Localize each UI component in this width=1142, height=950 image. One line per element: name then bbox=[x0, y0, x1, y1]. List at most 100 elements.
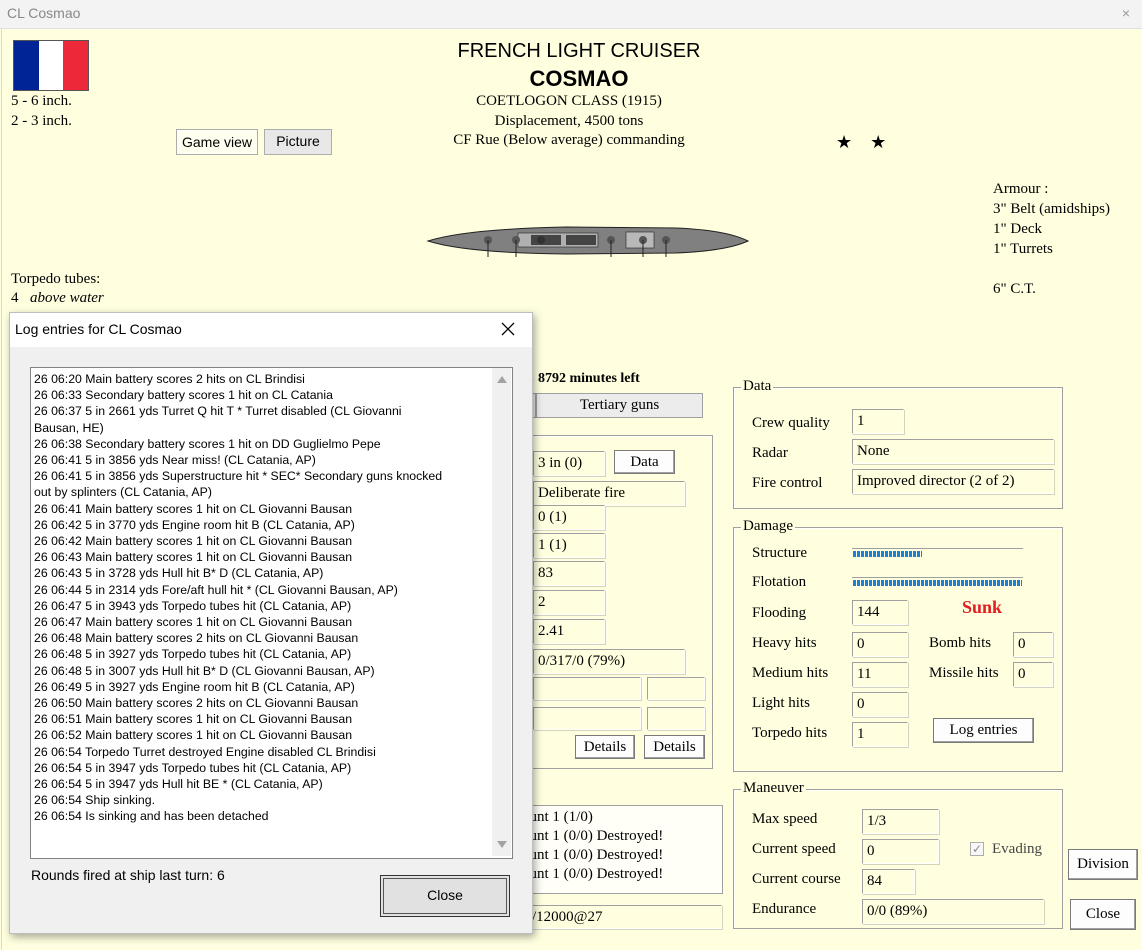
log-entry: 26 06:42 5 in 3770 yds Engine room hit B… bbox=[34, 517, 355, 532]
max-speed-label: Max speed bbox=[752, 811, 818, 827]
tab-game-view[interactable]: Game view bbox=[176, 129, 258, 155]
max-speed-field: 1/3 bbox=[862, 809, 939, 834]
ship-commander: CF Rue (Below average) commanding bbox=[453, 132, 685, 148]
evading-checkbox[interactable]: ✓ bbox=[970, 842, 984, 856]
log-entry: 26 06:41 Main battery scores 1 hit on CL… bbox=[34, 501, 353, 516]
log-entry: 26 06:48 Main battery scores 2 hits on C… bbox=[34, 631, 359, 646]
gun-caliber-field: 3 in (0) bbox=[533, 451, 605, 476]
log-entry: 26 06:43 Main battery scores 1 hit on CL… bbox=[34, 550, 353, 565]
details-button-2[interactable]: Details bbox=[644, 735, 705, 759]
data-group-title: Data bbox=[741, 378, 774, 395]
current-speed-field: 0 bbox=[862, 839, 939, 864]
torpedo-tubes-count: 4 bbox=[11, 290, 19, 306]
close-button[interactable]: Close bbox=[1070, 899, 1136, 930]
sunk-status: Sunk bbox=[962, 597, 1003, 617]
heavy-hits-field: 0 bbox=[852, 632, 908, 657]
log-entry: 26 06:43 5 in 3728 yds Hull hit B* D (CL… bbox=[34, 566, 324, 581]
scroll-down-icon[interactable] bbox=[497, 841, 507, 848]
gun-blank-field bbox=[647, 707, 705, 730]
window-title: CL Cosmao bbox=[7, 5, 81, 21]
log-entry: out by splinters (CL Catania, AP) bbox=[34, 485, 212, 500]
log-entry: 26 06:54 5 in 3947 yds Torpedo tubes hit… bbox=[34, 760, 352, 775]
log-entry: 26 06:54 5 in 3947 yds Hull hit BE * (CL… bbox=[34, 777, 323, 792]
dialog-close-icon[interactable] bbox=[500, 321, 516, 337]
ship-class: COETLOGON CLASS (1915) bbox=[476, 93, 662, 109]
log-entry: 26 06:54 Ship sinking. bbox=[34, 793, 156, 808]
armour-line: 3" Belt (amidships) bbox=[993, 201, 1110, 217]
flooding-label: Flooding bbox=[752, 605, 807, 621]
window-close-icon[interactable]: × bbox=[1114, 2, 1138, 24]
bomb-hits-label: Bomb hits bbox=[929, 635, 992, 651]
gun-value-5: 2.41 bbox=[533, 619, 605, 644]
scroll-up-icon[interactable] bbox=[497, 376, 507, 383]
missile-hits-field: 0 bbox=[1013, 662, 1053, 687]
window-titlebar: CL Cosmao × bbox=[0, 0, 1142, 29]
structure-bar bbox=[853, 551, 922, 557]
log-entries-dialog: Log entries for CL Cosmao 26 06:20 Main … bbox=[9, 312, 533, 934]
dialog-close-button[interactable]: Close bbox=[380, 875, 510, 917]
dialog-titlebar: Log entries for CL Cosmao bbox=[10, 313, 532, 347]
log-entry: 26 06:42 Main battery scores 1 hit on CL… bbox=[34, 534, 353, 549]
torpedo-tubes-position: above water bbox=[30, 290, 104, 306]
current-course-label: Current course bbox=[752, 871, 841, 887]
ship-type-heading: FRENCH LIGHT CRUISER bbox=[457, 40, 701, 62]
flotation-bar-track bbox=[852, 577, 1023, 578]
log-entry: 26 06:49 5 in 3927 yds Engine room hit B… bbox=[34, 679, 355, 694]
log-entry: Bausan, HE) bbox=[34, 420, 104, 435]
light-hits-label: Light hits bbox=[752, 695, 810, 711]
log-scrollbar[interactable] bbox=[492, 368, 511, 856]
gun-data-button[interactable]: Data bbox=[614, 450, 675, 474]
details-button-1[interactable]: Details bbox=[575, 735, 635, 759]
mount-line: ount 1 (0/0) Destroyed! bbox=[522, 847, 664, 863]
log-entry: 26 06:52 Main battery scores 1 hit on CL… bbox=[34, 728, 353, 743]
ammo-field: 0/317/0 (79%) bbox=[533, 649, 685, 674]
flooding-field: 144 bbox=[852, 600, 908, 625]
log-lines: 26 06:20 Main battery scores 2 hits on C… bbox=[34, 371, 489, 825]
current-speed-label: Current speed bbox=[752, 841, 836, 857]
structure-bar-track bbox=[852, 548, 1023, 549]
radar-label: Radar bbox=[752, 445, 788, 461]
rounds-fired-text: Rounds fired at ship last turn: 6 bbox=[31, 867, 225, 883]
log-entry: 26 06:41 5 in 3856 yds Near miss! (CL Ca… bbox=[34, 453, 316, 468]
french-flag-icon bbox=[13, 40, 89, 91]
missile-hits-label: Missile hits bbox=[929, 665, 999, 681]
rating-stars: ★ ★ bbox=[836, 132, 887, 152]
log-entry: 26 06:47 5 in 3943 yds Torpedo tubes hit… bbox=[34, 598, 352, 613]
light-hits-field: 0 bbox=[852, 692, 908, 717]
log-entry: 26 06:44 5 in 2314 yds Fore/aft hull hit… bbox=[34, 582, 398, 597]
gun-value-4: 2 bbox=[533, 590, 605, 615]
armour-line: 1" Turrets bbox=[993, 241, 1053, 257]
gun-blank-field bbox=[647, 677, 705, 700]
medium-hits-label: Medium hits bbox=[752, 665, 829, 681]
log-entry: 26 06:54 Torpedo Turret destroyed Engine… bbox=[34, 744, 376, 759]
structure-label: Structure bbox=[752, 545, 807, 561]
log-entries-button[interactable]: Log entries bbox=[933, 718, 1034, 743]
fire-control-field: Improved director (2 of 2) bbox=[852, 469, 1054, 494]
log-entry: 26 06:48 5 in 3927 yds Torpedo tubes hit… bbox=[34, 647, 352, 662]
torpedo-tubes-title: Torpedo tubes: bbox=[11, 271, 101, 287]
log-entry: 26 06:47 Main battery scores 1 hit on CL… bbox=[34, 615, 353, 630]
endurance-label: Endurance bbox=[752, 901, 817, 917]
flotation-bar bbox=[853, 580, 1022, 586]
ship-displacement: Displacement, 4500 tons bbox=[494, 113, 644, 129]
torpedo-hits-label: Torpedo hits bbox=[752, 725, 828, 741]
flotation-label: Flotation bbox=[752, 574, 807, 590]
log-list[interactable]: 26 06:20 Main battery scores 2 hits on C… bbox=[30, 367, 513, 859]
log-entry: 26 06:54 Is sinking and has been detache… bbox=[34, 809, 269, 824]
ship-silhouette-icon bbox=[426, 226, 750, 257]
crew-quality-field: 1 bbox=[852, 409, 904, 434]
tab-tertiary-guns[interactable]: Tertiary guns bbox=[536, 393, 703, 418]
gun-line-2: 2 - 3 inch. bbox=[11, 113, 72, 129]
mount-line: ount 1 (0/0) Destroyed! bbox=[522, 866, 664, 882]
damage-group-title: Damage bbox=[741, 518, 795, 535]
gun-blank-field bbox=[533, 707, 641, 730]
heavy-hits-label: Heavy hits bbox=[752, 635, 817, 651]
bomb-hits-field: 0 bbox=[1013, 632, 1053, 657]
radar-field: None bbox=[852, 439, 1054, 464]
endurance-field: 0/0 (89%) bbox=[862, 899, 1044, 924]
gun-line-1: 5 - 6 inch. bbox=[11, 93, 72, 109]
division-button[interactable]: Division bbox=[1068, 849, 1138, 880]
dialog-title: Log entries for CL Cosmao bbox=[15, 321, 182, 337]
tab-picture[interactable]: Picture bbox=[264, 129, 332, 155]
evading-label: Evading bbox=[992, 841, 1042, 857]
